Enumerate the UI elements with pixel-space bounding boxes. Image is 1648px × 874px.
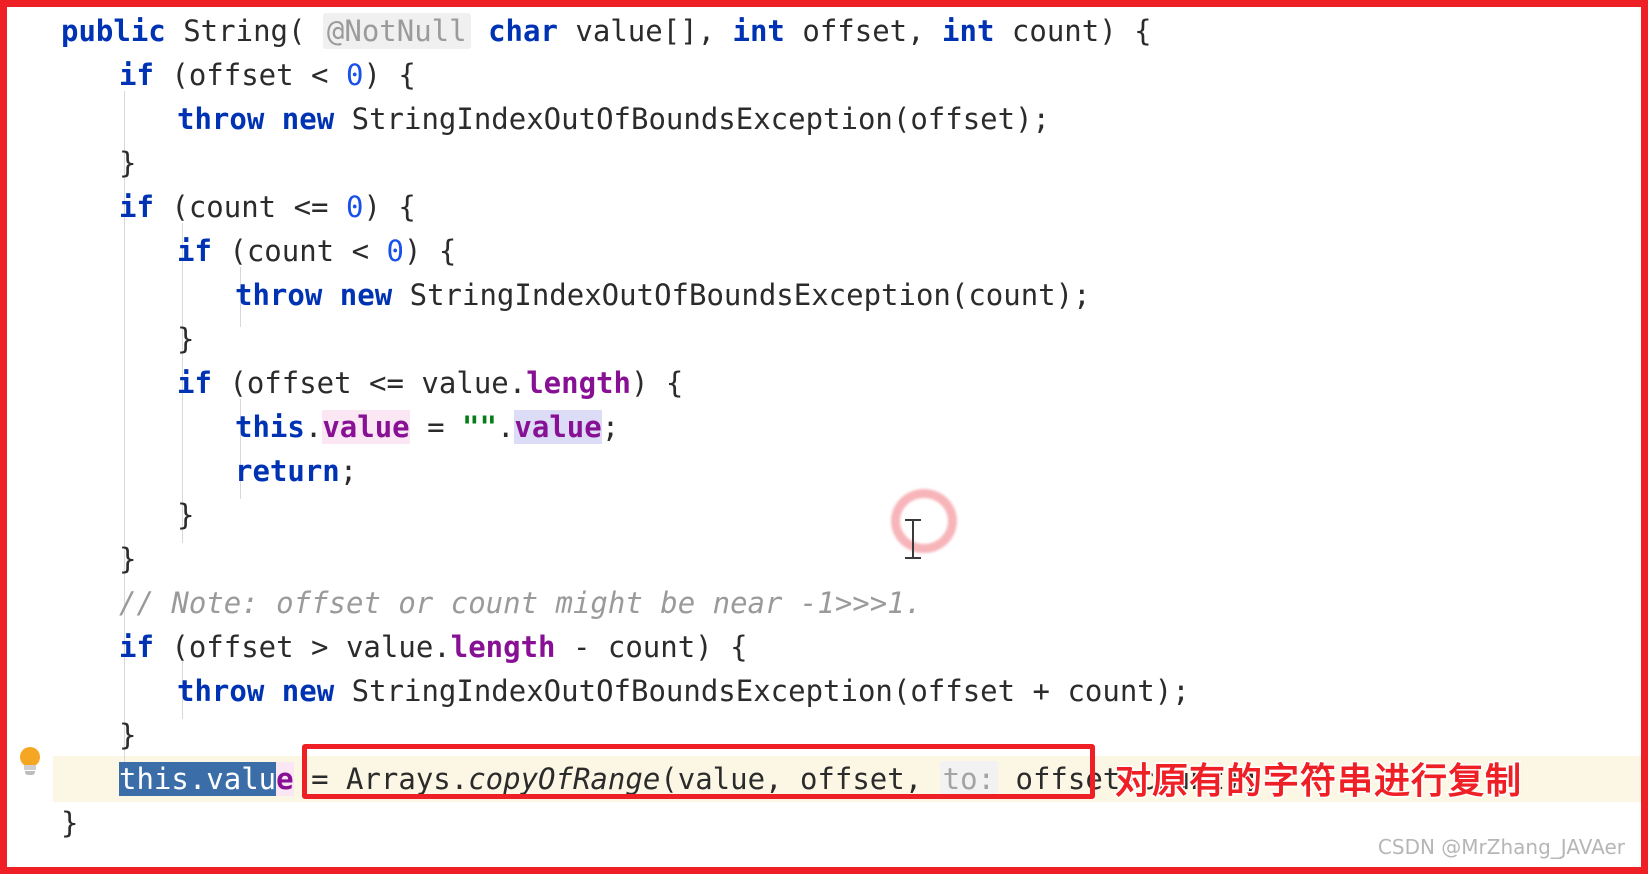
text-cursor-icon	[905, 519, 921, 559]
code-editor[interactable]: public String( @NotNull char value[], in…	[7, 7, 1641, 867]
code-line[interactable]: throw new StringIndexOutOfBoundsExceptio…	[53, 273, 1641, 317]
code-token: 0	[345, 190, 364, 224]
screenshot-root: public String( @NotNull char value[], in…	[0, 0, 1648, 874]
code-token: .	[304, 410, 323, 444]
code-line[interactable]: if (count < 0) {	[53, 229, 1641, 273]
code-token: ) {	[630, 366, 684, 400]
code-token: value	[322, 410, 410, 444]
code-token: throw	[177, 674, 265, 708]
code-token: }	[119, 146, 137, 180]
code-token: ""	[462, 410, 497, 444]
lightbulb-icon[interactable]	[17, 747, 43, 777]
code-token: if	[119, 630, 154, 664]
code-token: value	[514, 410, 602, 444]
code-line[interactable]: }	[53, 713, 1641, 757]
code-token: StringIndexOutOfBoundsException(offset);	[334, 102, 1051, 136]
code-token: }	[177, 498, 195, 532]
code-line[interactable]: public String( @NotNull char value[], in…	[53, 9, 1641, 53]
code-token: }	[61, 806, 79, 840]
code-line[interactable]: }	[53, 141, 1641, 185]
code-token: 0	[386, 234, 404, 268]
code-token: (offset > value.	[153, 630, 451, 664]
code-token: StringIndexOutOfBoundsException(count);	[392, 278, 1091, 312]
code-line[interactable]: if (offset > value.length - count) {	[53, 625, 1641, 669]
code-token: int	[942, 14, 995, 48]
code-line[interactable]: }	[53, 493, 1641, 537]
code-token: if	[119, 58, 154, 92]
code-token: ) {	[404, 234, 457, 268]
code-token: copyOfRange	[468, 762, 661, 796]
code-line[interactable]: if (count <= 0) {	[53, 185, 1641, 229]
code-token: throw	[235, 278, 323, 312]
chinese-annotation-text: 对原有的字符串进行复制	[1113, 760, 1523, 804]
code-token: (offset <	[153, 58, 346, 92]
code-token: new	[281, 102, 335, 136]
code-token: }	[177, 322, 195, 356]
editor-gutter[interactable]	[7, 7, 53, 867]
code-token: (value, offset,	[660, 762, 940, 796]
code-token: this.valu	[119, 762, 277, 796]
code-token: ) {	[363, 58, 416, 92]
code-token: length	[526, 366, 631, 400]
code-token: return	[235, 454, 340, 488]
code-token: (offset <= value.	[211, 366, 527, 400]
code-token: (count <	[211, 234, 387, 268]
code-token: ) {	[363, 190, 416, 224]
watermark: CSDN @MrZhang_JAVAer	[1377, 835, 1625, 859]
code-token: @NotNull	[322, 13, 471, 49]
code-line[interactable]: }	[53, 317, 1641, 361]
code-token: }	[119, 542, 137, 576]
code-token: - count) {	[555, 630, 748, 664]
code-line[interactable]: this.value = "".value;	[53, 405, 1641, 449]
code-line[interactable]: }	[53, 537, 1641, 581]
code-line[interactable]: throw new StringIndexOutOfBoundsExceptio…	[53, 97, 1641, 141]
code-token: this	[235, 410, 305, 444]
code-line[interactable]: if (offset <= value.length) {	[53, 361, 1641, 405]
code-token: }	[119, 718, 137, 752]
code-token: if	[177, 234, 212, 268]
code-token: // Note: offset or count might be near -…	[119, 586, 923, 620]
code-token: new	[281, 674, 335, 708]
code-token: if	[119, 190, 154, 224]
code-line[interactable]: // Note: offset or count might be near -…	[53, 581, 1641, 625]
chinese-annotation: 对原有的字符串进行复制	[1113, 752, 1523, 804]
code-token: char	[488, 14, 558, 48]
code-line[interactable]: return;	[53, 449, 1641, 493]
code-line[interactable]: if (offset < 0) {	[53, 53, 1641, 97]
code-token: ;	[339, 454, 358, 488]
code-token: .	[496, 410, 515, 444]
code-token: to:	[939, 761, 999, 797]
code-token: 0	[345, 58, 364, 92]
code-token: offset,	[784, 14, 943, 48]
code-token: Arrays.	[346, 762, 469, 796]
code-token: value[],	[557, 14, 733, 48]
code-token: ;	[601, 410, 620, 444]
code-token: throw	[177, 102, 265, 136]
code-token: if	[177, 366, 212, 400]
code-token: public	[61, 14, 166, 48]
code-token: count) {	[994, 14, 1152, 48]
code-token: e	[276, 762, 294, 796]
code-token: =	[409, 410, 463, 444]
code-token: (count <=	[153, 190, 346, 224]
code-line[interactable]: throw new StringIndexOutOfBoundsExceptio…	[53, 669, 1641, 713]
code-token: =	[293, 762, 346, 796]
code-token: new	[339, 278, 393, 312]
code-token: String(	[165, 14, 323, 48]
code-content[interactable]: public String( @NotNull char value[], in…	[53, 7, 1641, 867]
click-ripple-indicator	[891, 489, 957, 553]
code-token: length	[450, 630, 556, 664]
code-token: int	[732, 14, 785, 48]
code-token: StringIndexOutOfBoundsException(offset +…	[334, 674, 1190, 708]
